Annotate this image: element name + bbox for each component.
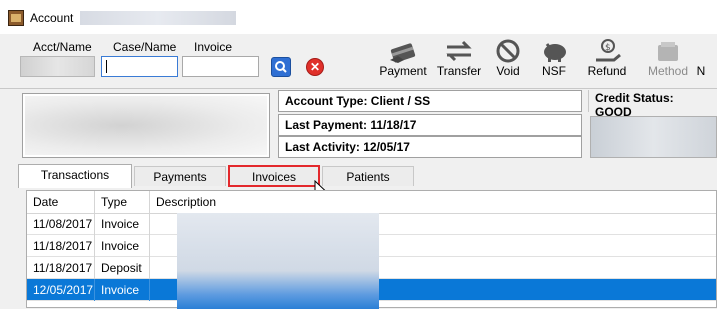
payment-button[interactable]: Payment <box>374 34 432 88</box>
tab-payments[interactable]: Payments <box>134 166 226 186</box>
col-date[interactable]: Date <box>27 191 95 213</box>
more-label: N <box>696 64 706 78</box>
piggy-bank-icon <box>544 43 566 62</box>
nsf-label: NSF <box>542 64 566 78</box>
cell-type: Invoice <box>95 235 150 257</box>
cell-type: Deposit <box>95 257 150 279</box>
payment-card-icon <box>390 43 416 63</box>
highlight-box <box>228 165 320 187</box>
refund-button[interactable]: $ Refund <box>578 34 636 88</box>
search-icon <box>275 61 287 73</box>
acct-name-input[interactable] <box>20 56 95 77</box>
credit-status: Credit Status: GOOD <box>588 90 717 119</box>
clear-button[interactable]: ✕ <box>306 58 324 76</box>
refund-label: Refund <box>587 64 627 78</box>
payment-label: Payment <box>379 64 427 78</box>
redacted-panel <box>590 116 717 158</box>
tab-transactions[interactable]: Transactions <box>18 164 132 188</box>
col-description[interactable]: Description <box>150 191 716 213</box>
transactions-grid[interactable]: Date Type Description 11/08/2017 Invoice… <box>26 190 717 309</box>
description-redacted <box>177 213 379 309</box>
transfer-arrows-icon <box>446 40 472 62</box>
acct-name-label: Acct/Name <box>33 40 92 54</box>
cell-date: 11/18/2017 <box>27 235 95 257</box>
svg-text:$: $ <box>605 43 611 53</box>
cell-type: Invoice <box>95 213 150 235</box>
nsf-button[interactable]: NSF <box>525 34 583 88</box>
last-activity: Last Activity: 12/05/17 <box>278 136 582 158</box>
text-caret <box>106 60 107 73</box>
search-button[interactable] <box>271 57 291 77</box>
case-name-input[interactable] <box>101 56 178 77</box>
tab-patients[interactable]: Patients <box>322 166 414 186</box>
title-bar: Account <box>0 0 717 34</box>
refund-hand-icon: $ <box>596 39 621 62</box>
redacted-image <box>25 96 267 155</box>
more-button[interactable]: N <box>685 34 717 88</box>
invoice-label: Invoice <box>194 40 233 54</box>
grid-header: Date Type Description <box>27 191 716 214</box>
cell-date: 11/08/2017 <box>27 213 95 235</box>
void-circle-icon <box>496 39 520 63</box>
account-name-redacted <box>80 11 236 25</box>
account-photo <box>22 93 270 158</box>
cell-type: Invoice <box>95 279 150 301</box>
app-icon <box>8 10 24 26</box>
wallet-icon <box>658 42 678 61</box>
tab-strip: Transactions Payments Invoices Patients <box>16 164 717 188</box>
case-name-label: Case/Name <box>113 40 177 54</box>
cell-date: 12/05/2017 <box>27 279 95 301</box>
separator <box>0 88 717 89</box>
col-type[interactable]: Type <box>95 191 150 213</box>
account-type: Account Type: Client / SS <box>278 90 582 112</box>
last-payment: Last Payment: 11/18/17 <box>278 114 582 136</box>
invoice-input[interactable] <box>182 56 259 77</box>
cell-date: 11/18/2017 <box>27 257 95 279</box>
close-icon: ✕ <box>309 60 321 74</box>
window-title: Account <box>30 11 74 25</box>
